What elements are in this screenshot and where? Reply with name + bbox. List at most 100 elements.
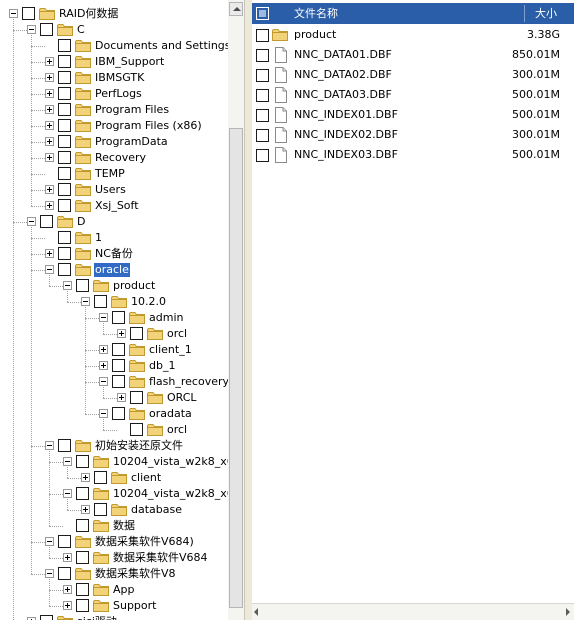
tree-item-checkbox[interactable]	[76, 519, 89, 532]
tree-item-checkbox[interactable]	[58, 119, 71, 132]
expand-icon[interactable]	[45, 137, 54, 146]
file-checkbox[interactable]	[256, 89, 269, 102]
expand-icon[interactable]	[81, 473, 90, 482]
tree-item-checkbox[interactable]	[22, 7, 35, 20]
file-list-horizontal-scrollbar[interactable]	[252, 603, 574, 620]
expand-icon[interactable]	[45, 153, 54, 162]
collapse-icon[interactable]	[27, 25, 36, 34]
tree-item-checkbox[interactable]	[58, 39, 71, 52]
tree-item-checkbox[interactable]	[40, 23, 53, 36]
tree-item-checkbox[interactable]	[130, 423, 143, 436]
scrollbar-thumb[interactable]	[229, 128, 243, 608]
tree-item[interactable]: IBM_Support	[0, 54, 228, 70]
expand-icon[interactable]	[117, 329, 126, 338]
tree-item[interactable]: 10204_vista_w2k8_x6	[0, 454, 228, 470]
tree-item-checkbox[interactable]	[58, 71, 71, 84]
collapse-icon[interactable]	[45, 265, 54, 274]
tree-item[interactable]: Program Files	[0, 102, 228, 118]
file-row[interactable]: NNC_INDEX03.DBF 500.01M	[252, 145, 574, 165]
collapse-icon[interactable]	[63, 281, 72, 290]
tree-item[interactable]: orcl	[0, 326, 228, 342]
file-row[interactable]: NNC_INDEX01.DBF 500.01M	[252, 105, 574, 125]
file-row[interactable]: NNC_INDEX02.DBF 300.01M	[252, 125, 574, 145]
tree-item-checkbox[interactable]	[58, 263, 71, 276]
pane-splitter[interactable]	[244, 0, 252, 620]
expand-icon[interactable]	[45, 121, 54, 130]
expand-icon[interactable]	[117, 393, 126, 402]
tree-item[interactable]: 数据采集软件V8	[0, 566, 228, 582]
tree-item[interactable]: IBMSGTK	[0, 70, 228, 86]
tree-item-checkbox[interactable]	[94, 503, 107, 516]
tree-item-checkbox[interactable]	[94, 295, 107, 308]
tree-item-checkbox[interactable]	[58, 103, 71, 116]
tree-item[interactable]: Recovery	[0, 150, 228, 166]
collapse-icon[interactable]	[99, 313, 108, 322]
tree-item-checkbox[interactable]	[58, 151, 71, 164]
tree-item-checkbox[interactable]	[76, 599, 89, 612]
tree-item-checkbox[interactable]	[58, 55, 71, 68]
scroll-left-icon[interactable]	[254, 608, 258, 616]
tree-item[interactable]: database	[0, 502, 228, 518]
tree-item[interactable]: Support	[0, 598, 228, 614]
file-checkbox[interactable]	[256, 69, 269, 82]
expand-icon[interactable]	[45, 185, 54, 194]
tree-item[interactable]: flash_recovery	[0, 374, 228, 390]
tree-item[interactable]: 10.2.0	[0, 294, 228, 310]
file-row[interactable]: NNC_DATA03.DBF 500.01M	[252, 85, 574, 105]
tree-item[interactable]: Users	[0, 182, 228, 198]
tree-item[interactable]: PerfLogs	[0, 86, 228, 102]
tree-vertical-scrollbar[interactable]	[228, 0, 244, 620]
expand-icon[interactable]	[45, 105, 54, 114]
expand-icon[interactable]	[99, 345, 108, 354]
tree-item-checkbox[interactable]	[94, 471, 107, 484]
expand-icon[interactable]	[45, 73, 54, 82]
tree-item[interactable]: NC备份	[0, 246, 228, 262]
tree-item[interactable]: oradata	[0, 406, 228, 422]
collapse-icon[interactable]	[99, 409, 108, 418]
expand-icon[interactable]	[45, 57, 54, 66]
file-checkbox[interactable]	[256, 149, 269, 162]
tree-item-checkbox[interactable]	[58, 247, 71, 260]
expand-icon[interactable]	[81, 505, 90, 514]
tree-item[interactable]: 数据采集软件V684	[0, 550, 228, 566]
tree-item[interactable]: 10204_vista_w2k8_x6	[0, 486, 228, 502]
file-row[interactable]: NNC_DATA01.DBF 850.01M	[252, 45, 574, 65]
tree-item-checkbox[interactable]	[58, 199, 71, 212]
scroll-right-icon[interactable]	[566, 608, 570, 616]
tree-item-checkbox[interactable]	[76, 455, 89, 468]
tree-item[interactable]: 数据	[0, 518, 228, 534]
tree-item[interactable]: ORCL	[0, 390, 228, 406]
collapse-icon[interactable]	[63, 489, 72, 498]
tree-item-checkbox[interactable]	[58, 535, 71, 548]
scroll-up-button[interactable]	[229, 2, 243, 16]
tree-item[interactable]: admin	[0, 310, 228, 326]
select-all-checkbox[interactable]	[256, 7, 269, 20]
tree-item[interactable]: ProgramData	[0, 134, 228, 150]
expand-icon[interactable]	[45, 201, 54, 210]
tree-item-checkbox[interactable]	[112, 375, 125, 388]
tree-item-checkbox[interactable]	[58, 167, 71, 180]
column-header-size[interactable]: 大小	[535, 3, 557, 24]
tree-item[interactable]: oracle	[0, 262, 228, 278]
collapse-icon[interactable]	[45, 569, 54, 578]
tree-item-checkbox[interactable]	[40, 615, 53, 620]
tree-item[interactable]: client_1	[0, 342, 228, 358]
tree-item-checkbox[interactable]	[112, 407, 125, 420]
tree-item-checkbox[interactable]	[58, 567, 71, 580]
tree-item-checkbox[interactable]	[76, 551, 89, 564]
tree-item-checkbox[interactable]	[40, 215, 53, 228]
tree-item-checkbox[interactable]	[58, 231, 71, 244]
expand-icon[interactable]	[63, 553, 72, 562]
file-checkbox[interactable]	[256, 129, 269, 142]
tree-item-checkbox[interactable]	[112, 359, 125, 372]
tree-item[interactable]: 数据采集软件V684)	[0, 534, 228, 550]
tree-item[interactable]: sjcj驱动	[0, 614, 228, 620]
expand-icon[interactable]	[45, 249, 54, 258]
expand-icon[interactable]	[99, 361, 108, 370]
tree-item-checkbox[interactable]	[76, 487, 89, 500]
file-row[interactable]: NNC_DATA02.DBF 300.01M	[252, 65, 574, 85]
collapse-icon[interactable]	[45, 441, 54, 450]
tree-item-checkbox[interactable]	[58, 183, 71, 196]
tree-item[interactable]: product	[0, 278, 228, 294]
tree-item-checkbox[interactable]	[58, 87, 71, 100]
